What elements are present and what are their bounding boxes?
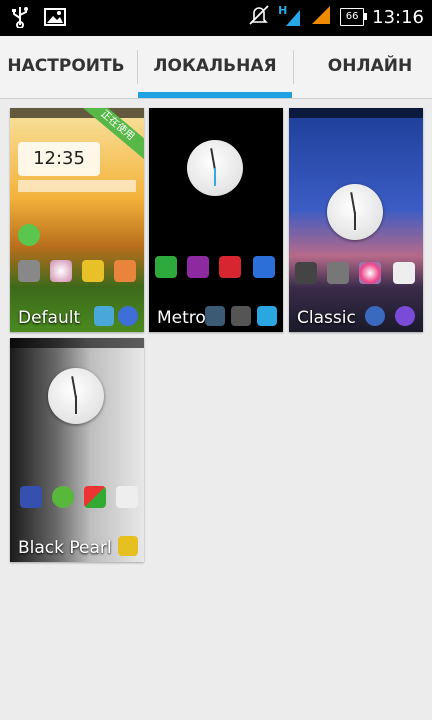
calendar-icon xyxy=(116,486,138,508)
battery-icon: 66 xyxy=(340,8,368,26)
network-signal-icon: H xyxy=(278,4,302,28)
gallery-icon xyxy=(82,260,104,282)
theme-card-metro[interactable]: Metro xyxy=(149,108,283,332)
tab-online[interactable]: ОНЛАЙН xyxy=(308,36,432,96)
tab-bar: НАСТРОИТЬ ЛОКАЛЬНАЯ ОНЛАЙН xyxy=(0,36,432,99)
apps-icon xyxy=(253,256,275,278)
mini-status-bar xyxy=(289,108,423,118)
messages-icon xyxy=(395,306,415,326)
signal-icon xyxy=(310,4,332,30)
settings-icon xyxy=(327,262,349,284)
tab-active-indicator xyxy=(138,92,292,98)
app-icon xyxy=(20,486,42,508)
tab-customize[interactable]: НАСТРОИТЬ xyxy=(0,36,132,96)
theme-name: Classic xyxy=(297,308,356,328)
apps-icon xyxy=(114,260,136,282)
theme-name: Metro xyxy=(157,308,206,328)
mute-icon xyxy=(248,4,270,30)
grid-icon xyxy=(205,306,225,326)
music-icon xyxy=(50,260,72,282)
tab-local[interactable]: ЛОКАЛЬНАЯ xyxy=(138,36,292,96)
date-strip xyxy=(18,180,136,192)
clock-icon xyxy=(393,262,415,284)
camera-icon xyxy=(295,262,317,284)
gallery-icon xyxy=(359,262,381,284)
browser-icon xyxy=(365,306,385,326)
browser-icon xyxy=(118,306,138,326)
mini-status-bar xyxy=(149,108,283,118)
messages-icon xyxy=(94,306,114,326)
analog-clock-widget xyxy=(327,184,383,240)
usb-icon xyxy=(10,6,30,32)
analog-clock-widget xyxy=(187,140,243,196)
camera-icon xyxy=(187,256,209,278)
theme-card-black-pearl[interactable]: Black Pearl xyxy=(10,338,144,562)
notes-icon xyxy=(118,536,138,556)
settings-icon xyxy=(231,306,251,326)
image-icon xyxy=(44,8,66,30)
theme-name: Default xyxy=(18,308,81,328)
gallery-icon xyxy=(219,256,241,278)
analog-clock-widget xyxy=(48,368,104,424)
messages-icon xyxy=(257,306,277,326)
mini-status-bar xyxy=(10,108,144,118)
clock-widget: 12:35 xyxy=(18,142,100,176)
app-icon xyxy=(18,224,40,246)
status-bar: H 66 13:16 xyxy=(0,0,432,36)
theme-card-classic[interactable]: Classic xyxy=(289,108,423,332)
status-time: 13:16 xyxy=(372,6,424,28)
mini-status-bar xyxy=(10,338,144,348)
messages-icon xyxy=(52,486,74,508)
camera-icon xyxy=(18,260,40,282)
battery-level: 66 xyxy=(345,11,359,22)
theme-card-default[interactable]: 正在使用 12:35 Default xyxy=(10,108,144,332)
security-icon xyxy=(155,256,177,278)
apps-icon xyxy=(84,486,106,508)
tab-divider xyxy=(293,50,294,84)
theme-name: Black Pearl xyxy=(18,538,112,558)
